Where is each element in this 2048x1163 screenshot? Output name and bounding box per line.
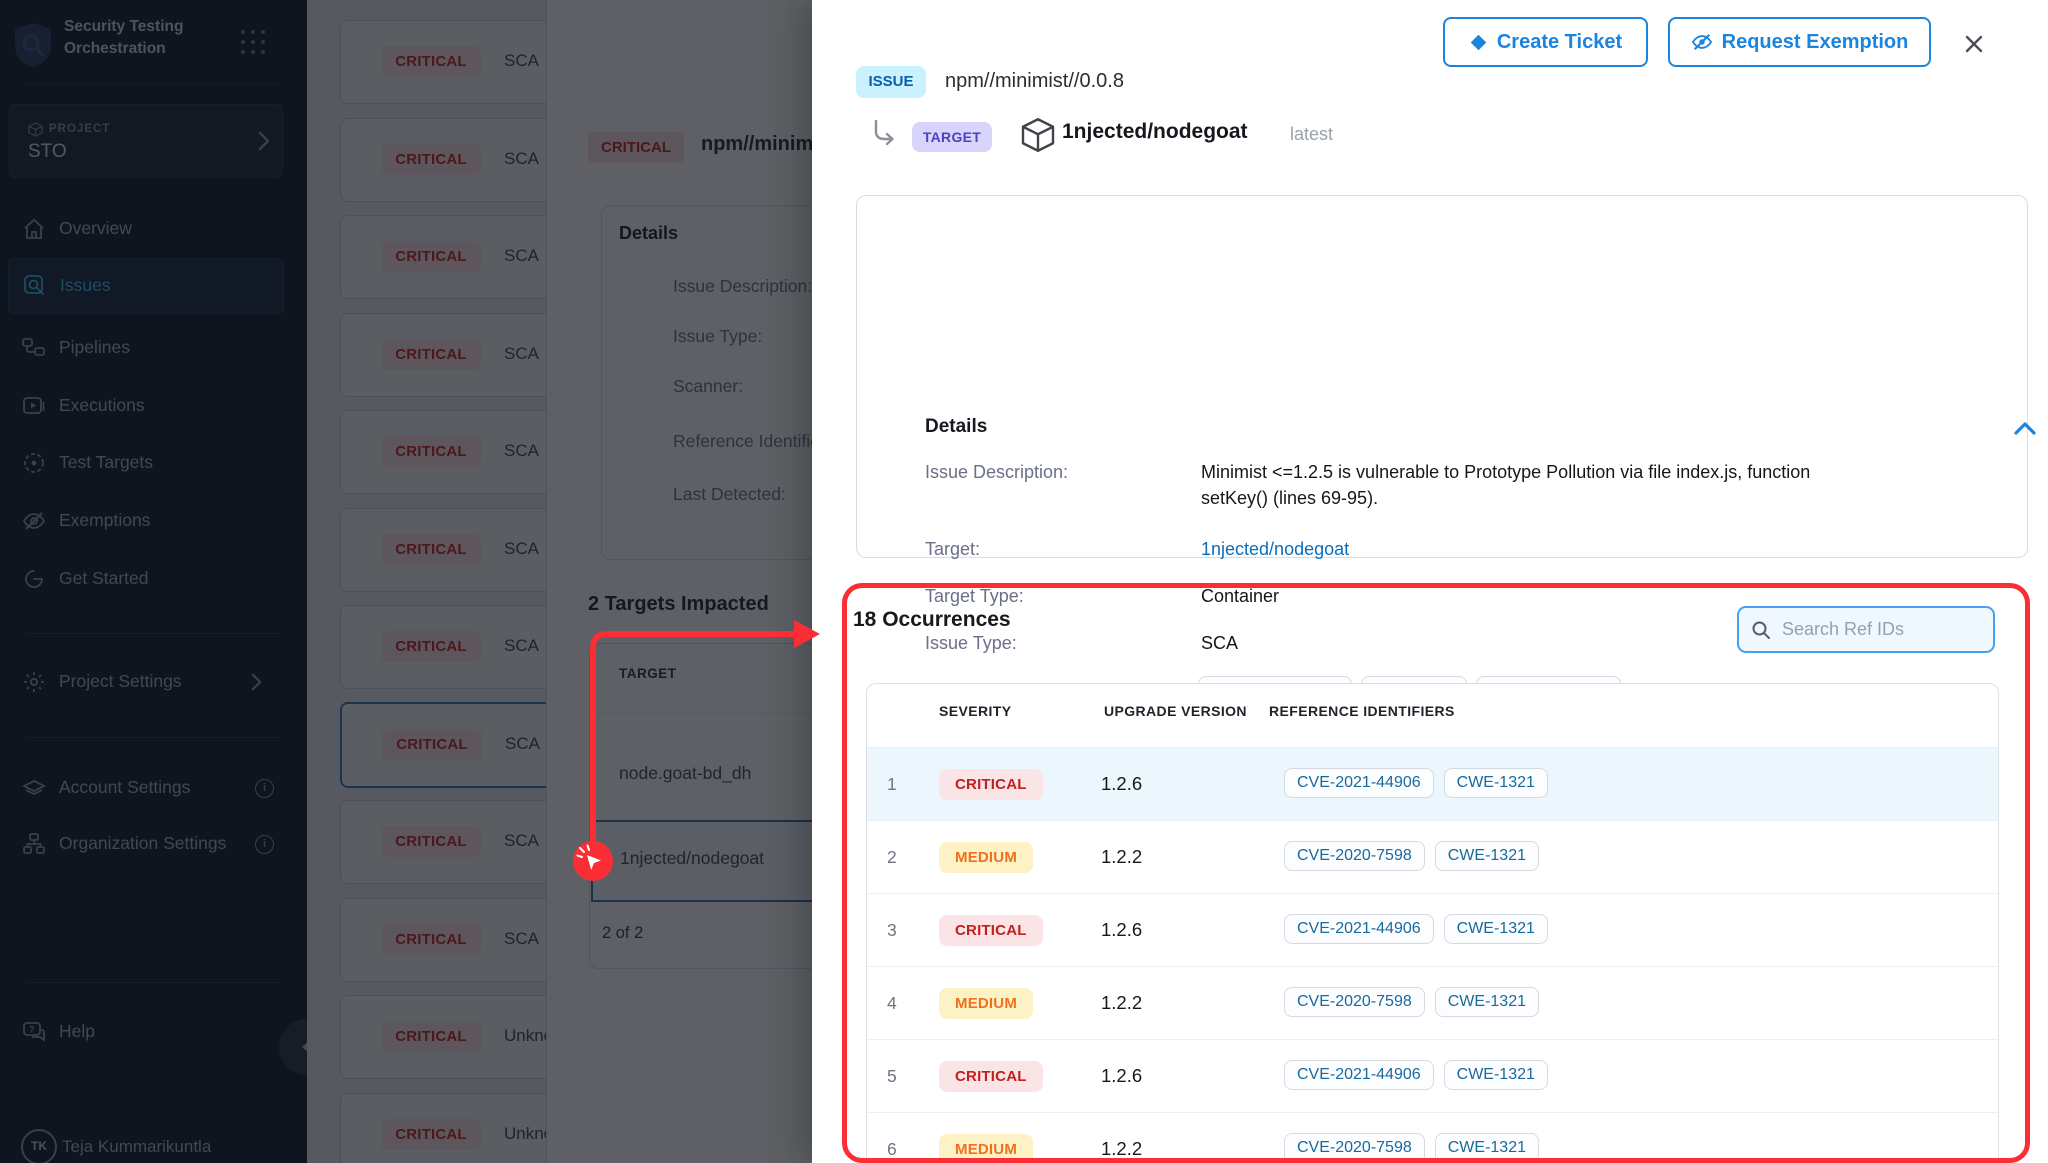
button-label: Create Ticket — [1497, 31, 1622, 54]
request-exemption-button[interactable]: Request Exemption — [1668, 17, 1931, 67]
severity-badge: CRITICAL — [939, 1061, 1043, 1092]
reference-chips: CVE-2021-44906 CWE-1321 — [1284, 768, 1558, 798]
reference-chips: CVE-2021-44906 CWE-1321 — [1284, 1060, 1558, 1090]
close-icon — [1958, 28, 1990, 60]
upgrade-version: 1.2.6 — [1101, 919, 1142, 941]
ref-id-chip[interactable]: CVE-2020-7598 — [1284, 1133, 1425, 1163]
button-label: Request Exemption — [1722, 31, 1909, 54]
reference-chips: CVE-2021-44906 CWE-1321 — [1284, 914, 1558, 944]
upgrade-version: 1.2.6 — [1101, 773, 1142, 795]
search-box — [1737, 606, 1995, 653]
modal-dim-overlay — [0, 0, 812, 1163]
screen: Security Testing Orchestration PROJECT S… — [0, 0, 2048, 1163]
ref-id-chip[interactable]: CWE-1321 — [1444, 1060, 1548, 1090]
severity-badge: CRITICAL — [939, 769, 1043, 800]
ref-id-chip[interactable]: CVE-2020-7598 — [1284, 841, 1425, 871]
upgrade-version: 1.2.2 — [1101, 992, 1142, 1014]
row-index: 2 — [887, 847, 897, 868]
occurrence-row[interactable]: 5 CRITICAL 1.2.6 CVE-2021-44906 CWE-1321 — [867, 1039, 1998, 1113]
eye-off-icon — [1691, 32, 1713, 52]
issue-badge: ISSUE — [856, 66, 926, 98]
upgrade-version: 1.2.6 — [1101, 1065, 1142, 1087]
diamond-icon — [1469, 33, 1488, 52]
ref-id-chip[interactable]: CVE-2021-44906 — [1284, 914, 1434, 944]
ref-id-chip[interactable]: CVE-2021-44906 — [1284, 768, 1434, 798]
occurrence-row[interactable]: 4 MEDIUM 1.2.2 CVE-2020-7598 CWE-1321 — [867, 966, 1998, 1040]
ref-id-chip[interactable]: CWE-1321 — [1444, 768, 1548, 798]
severity-badge: MEDIUM — [939, 1134, 1033, 1163]
search-icon — [1751, 620, 1771, 640]
severity-badge: MEDIUM — [939, 842, 1033, 873]
ref-id-chip[interactable]: CWE-1321 — [1444, 914, 1548, 944]
details-card: Details Issue Description: Minimist <=1.… — [856, 195, 2028, 558]
field-label: Target: — [925, 539, 980, 560]
row-index: 6 — [887, 1139, 897, 1160]
upgrade-version: 1.2.2 — [1101, 846, 1142, 868]
occurrence-row[interactable]: 3 CRITICAL 1.2.6 CVE-2021-44906 CWE-1321 — [867, 893, 1998, 967]
column-header: REFERENCE IDENTIFIERS — [1269, 703, 1455, 719]
create-ticket-button[interactable]: Create Ticket — [1443, 17, 1648, 67]
ref-id-chip[interactable]: CVE-2021-44906 — [1284, 1060, 1434, 1090]
occurrence-row[interactable]: 1 CRITICAL 1.2.6 CVE-2021-44906 CWE-1321 — [867, 747, 1998, 821]
column-header: SEVERITY — [939, 703, 1011, 719]
reference-chips: CVE-2020-7598 CWE-1321 — [1284, 841, 1549, 871]
target-type-value: Container — [1201, 586, 1279, 607]
target-link[interactable]: 1njected/nodegoat — [1201, 539, 1349, 560]
reference-chips: CVE-2020-7598 CWE-1321 — [1284, 1133, 1549, 1163]
row-index: 4 — [887, 993, 897, 1014]
issue-description-line1: Minimist <=1.2.5 is vulnerable to Protot… — [1201, 462, 1810, 483]
upgrade-version: 1.2.2 — [1101, 1138, 1142, 1160]
field-label: Issue Description: — [925, 462, 1068, 483]
column-header: UPGRADE VERSION — [1104, 703, 1247, 719]
reference-chips: CVE-2020-7598 CWE-1321 — [1284, 987, 1549, 1017]
close-button[interactable] — [1958, 28, 1990, 60]
issue-description-line2: setKey() (lines 69-95). — [1201, 488, 1378, 509]
ref-id-chip[interactable]: CWE-1321 — [1435, 841, 1539, 871]
issue-name: npm//minimist//0.0.8 — [945, 70, 1124, 93]
sub-arrow-icon — [871, 118, 899, 146]
target-name: 1njected/nodegoat — [1062, 120, 1248, 144]
package-icon — [1020, 116, 1056, 154]
ref-id-chip[interactable]: CWE-1321 — [1435, 1133, 1539, 1163]
ref-id-chip[interactable]: CVE-2020-7598 — [1284, 987, 1425, 1017]
row-index: 5 — [887, 1066, 897, 1087]
search-input[interactable] — [1780, 618, 1964, 641]
issue-type-value: SCA — [1201, 633, 1238, 654]
field-label: Target Type: — [925, 586, 1024, 607]
issue-detail-modal: Create Ticket Request Exemption ISSUE np… — [812, 0, 2048, 1163]
row-index: 3 — [887, 920, 897, 941]
field-label: Issue Type: — [925, 633, 1017, 654]
severity-badge: CRITICAL — [939, 915, 1043, 946]
target-tag: latest — [1290, 124, 1333, 145]
occurrence-row[interactable]: 2 MEDIUM 1.2.2 CVE-2020-7598 CWE-1321 — [867, 820, 1998, 894]
occurrences-table: SEVERITY UPGRADE VERSION REFERENCE IDENT… — [866, 683, 1999, 1163]
occurrence-row[interactable]: 6 MEDIUM 1.2.2 CVE-2020-7598 CWE-1321 — [867, 1112, 1998, 1163]
ref-id-chip[interactable]: CWE-1321 — [1435, 987, 1539, 1017]
row-index: 1 — [887, 774, 897, 795]
target-badge: TARGET — [912, 122, 992, 152]
details-heading: Details — [925, 416, 987, 438]
severity-badge: MEDIUM — [939, 988, 1033, 1019]
chevron-up-icon[interactable] — [2013, 420, 2037, 436]
occurrences-heading: 18 Occurrences — [853, 608, 1011, 632]
